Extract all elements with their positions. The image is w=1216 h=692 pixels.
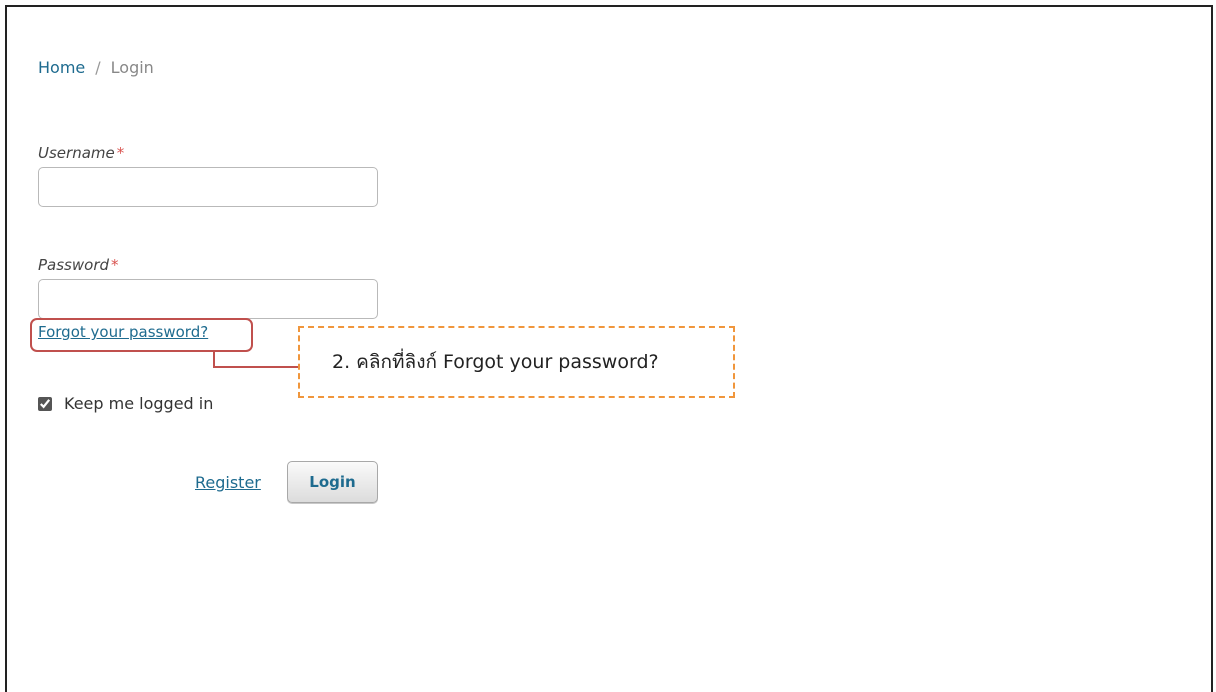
annotation-highlight-box xyxy=(30,318,253,352)
password-label-text: Password xyxy=(38,256,110,274)
breadcrumb-home-link[interactable]: Home xyxy=(38,58,85,77)
breadcrumb: Home / Login xyxy=(38,58,154,78)
password-label: Password * xyxy=(38,255,119,275)
remember-me-label: Keep me logged in xyxy=(64,394,214,413)
username-label: Username * xyxy=(38,143,124,163)
breadcrumb-current: Login xyxy=(110,58,154,77)
remember-me[interactable]: Keep me logged in xyxy=(38,394,213,413)
remember-me-checkbox[interactable] xyxy=(38,396,52,411)
password-input[interactable] xyxy=(38,279,378,319)
annotation-callout: 2. คลิกที่ลิงก์ Forgot your password? xyxy=(298,326,735,398)
login-button[interactable]: Login xyxy=(287,461,378,503)
password-required-mark: * xyxy=(111,256,119,274)
username-label-text: Username xyxy=(38,144,115,162)
username-input[interactable] xyxy=(38,167,378,207)
annotation-callout-text: 2. คลิกที่ลิงก์ Forgot your password? xyxy=(332,351,659,373)
annotation-connector-horizontal xyxy=(213,366,299,368)
register-link[interactable]: Register xyxy=(195,473,261,493)
breadcrumb-separator: / xyxy=(95,58,101,77)
username-required-mark: * xyxy=(116,144,125,162)
